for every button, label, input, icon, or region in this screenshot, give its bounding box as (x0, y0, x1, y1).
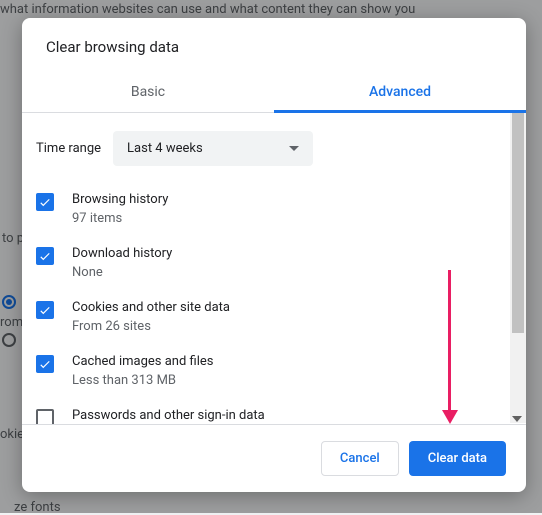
timerange-value: Last 4 weeks (127, 141, 203, 156)
scroll-down-icon[interactable] (512, 416, 522, 422)
option-row: Passwords and other sign-in dataNone (36, 408, 514, 424)
option-subtext: 97 items (72, 211, 168, 226)
checkbox[interactable] (36, 409, 54, 424)
checkbox[interactable] (36, 355, 54, 373)
option-subtext: From 26 sites (72, 319, 230, 334)
tabs: Basic Advanced (22, 72, 526, 113)
option-label: Cached images and files (72, 354, 213, 369)
timerange-select[interactable]: Last 4 weeks (113, 131, 313, 166)
option-subtext: Less than 313 MB (72, 373, 213, 388)
checkbox[interactable] (36, 301, 54, 319)
option-subtext: None (72, 265, 172, 280)
checkbox[interactable] (36, 247, 54, 265)
dialog-footer: Cancel Clear data (22, 424, 526, 492)
dialog-title: Clear browsing data (22, 18, 526, 72)
chevron-down-icon (289, 146, 299, 151)
tab-basic[interactable]: Basic (22, 72, 274, 112)
dialog-content: Time range Last 4 weeks Browsing history… (22, 113, 526, 424)
option-label: Browsing history (72, 192, 168, 207)
option-label: Download history (72, 246, 172, 261)
scrollbar-thumb[interactable] (512, 113, 524, 333)
scrollbar-track[interactable] (510, 113, 526, 423)
option-row: Cookies and other site data From 26 sites (36, 300, 514, 334)
option-row: Cached images and files Less than 313 MB (36, 354, 514, 388)
clear-browsing-data-dialog: Clear browsing data Basic Advanced Time … (22, 18, 526, 492)
checkbox[interactable] (36, 193, 54, 211)
option-row: Download history None (36, 246, 514, 280)
tab-advanced[interactable]: Advanced (274, 72, 526, 112)
clear-data-button[interactable]: Clear data (409, 441, 506, 476)
option-row: Browsing history 97 items (36, 192, 514, 226)
cancel-button[interactable]: Cancel (321, 441, 399, 476)
option-label: Cookies and other site data (72, 300, 230, 315)
timerange-label: Time range (36, 141, 101, 156)
option-label: Passwords and other sign-in data (72, 408, 265, 423)
